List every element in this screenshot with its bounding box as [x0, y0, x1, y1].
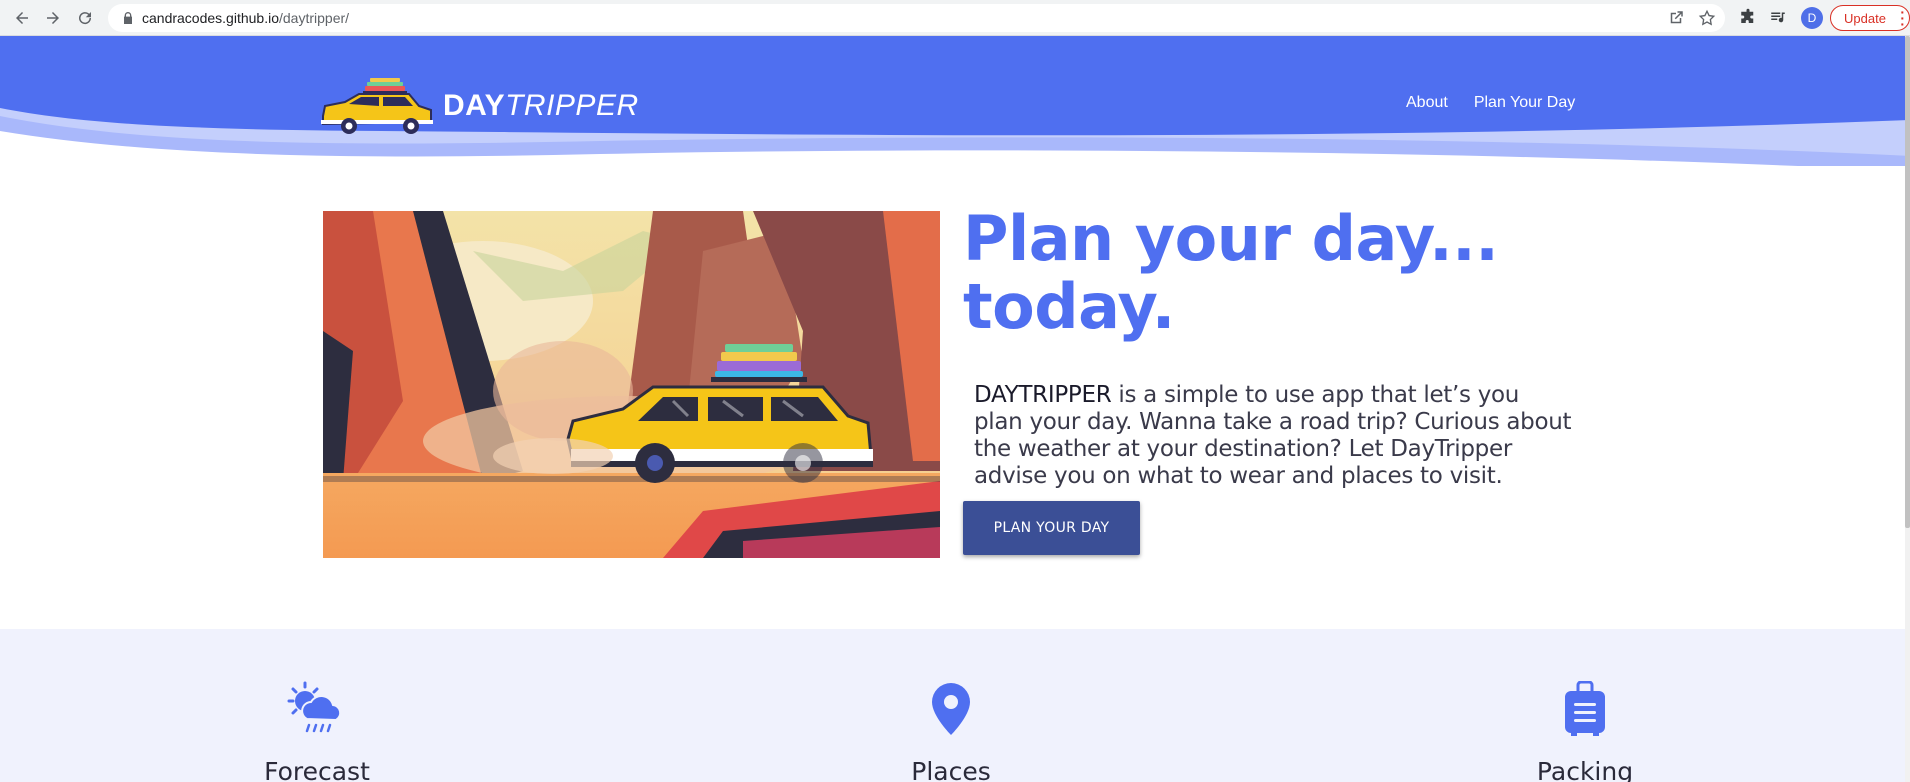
forward-icon[interactable] — [41, 6, 65, 30]
page-scrollbar[interactable] — [1905, 36, 1910, 782]
scrollbar-thumb[interactable] — [1905, 36, 1910, 528]
hero-title-line2: today. — [963, 270, 1175, 343]
reload-icon[interactable] — [73, 6, 97, 30]
logo-wordmark: DAYTRIPPER — [443, 89, 639, 123]
suitcase-icon — [1565, 681, 1605, 736]
back-icon[interactable] — [10, 6, 34, 30]
more-menu-icon[interactable]: · · · — [1900, 5, 1905, 31]
map-pin-icon — [932, 683, 970, 735]
bookmark-star-icon[interactable] — [1698, 9, 1716, 27]
hero-illustration — [323, 211, 940, 558]
nav-plan-your-day-link[interactable]: Plan Your Day — [1474, 94, 1575, 112]
site-header: DAYTRIPPER About Plan Your Day — [0, 36, 1910, 166]
logo-word-day: DAY — [443, 89, 506, 122]
site-logo[interactable]: DAYTRIPPER — [315, 76, 639, 136]
url-host: candracodes.github.io — [142, 10, 279, 26]
logo-word-tripper: TRIPPER — [505, 89, 639, 122]
nav-about-link[interactable]: About — [1406, 94, 1448, 112]
share-icon[interactable] — [1667, 9, 1685, 27]
extensions-icon[interactable] — [1738, 7, 1758, 27]
browser-toolbar: candracodes.github.io/daytripper/ D Upda… — [0, 0, 1910, 36]
main-nav: About Plan Your Day — [1406, 94, 1575, 112]
feature-packing-label: Packing — [1536, 757, 1634, 782]
hero-title: Plan your day... today. — [963, 205, 1523, 341]
hero-description: DAYTRIPPER is a simple to use app that l… — [974, 382, 1574, 490]
hero-brand-word: DAYTRIPPER — [974, 382, 1112, 408]
update-label: Update — [1844, 10, 1886, 26]
media-queue-icon[interactable] — [1768, 7, 1788, 27]
features-section: Forecast Places Packing — [0, 629, 1910, 782]
lock-icon — [124, 12, 132, 24]
url-path: /daytripper/ — [279, 10, 350, 26]
weather-sun-cloud-rain-icon — [287, 681, 342, 733]
plan-your-day-button[interactable]: PLAN YOUR DAY — [963, 501, 1140, 555]
url-text: candracodes.github.io/daytripper/ — [142, 10, 349, 26]
feature-places-label: Places — [911, 757, 991, 782]
update-button[interactable]: Update · · · — [1830, 5, 1910, 31]
feature-forecast-label: Forecast — [264, 757, 370, 782]
address-bar[interactable]: candracodes.github.io/daytripper/ — [108, 4, 1725, 32]
car-logo-icon — [321, 78, 433, 134]
hero-title-line1: Plan your day... — [963, 202, 1499, 275]
header-wave — [0, 36, 1910, 166]
profile-avatar[interactable]: D — [1801, 7, 1823, 29]
